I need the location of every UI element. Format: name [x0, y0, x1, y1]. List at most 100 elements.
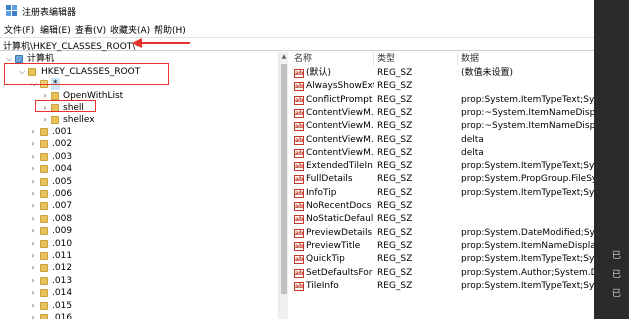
column-divider[interactable]	[457, 52, 458, 66]
chevron-right-icon[interactable]: ›	[28, 287, 38, 299]
tree-item-extension[interactable]: › .016	[0, 312, 270, 319]
chevron-right-icon[interactable]: ›	[28, 225, 38, 237]
value-name: (默认)	[306, 68, 332, 78]
tree-item-extension[interactable]: › .008	[0, 213, 270, 225]
chevron-right-icon[interactable]: ›	[28, 151, 38, 163]
tree-item-extension[interactable]: › .001	[0, 126, 270, 138]
chevron-right-icon[interactable]: ›	[28, 138, 38, 150]
value-row[interactable]: ab AlwaysShowExt REG_SZ	[289, 80, 594, 93]
chevron-right-icon[interactable]: ›	[28, 275, 38, 287]
value-row[interactable]: ab (默认) REG_SZ (数值未设置)	[289, 67, 594, 80]
tree-item-extension[interactable]: › .011	[0, 250, 270, 262]
tree-label: .011	[52, 251, 73, 261]
chevron-right-icon[interactable]: ›	[28, 126, 38, 138]
value-data: prop:System.ItemTypeText;Syste	[461, 94, 594, 105]
tree-item-extension[interactable]: › .006	[0, 188, 270, 200]
chevron-right-icon[interactable]: ›	[28, 262, 38, 274]
tree-label: .006	[52, 189, 73, 199]
value-type: REG_SZ	[377, 201, 413, 211]
value-row[interactable]: abNoStaticDefaul...REG_SZ	[289, 213, 594, 226]
menu-help[interactable]: 帮助(H)	[154, 23, 186, 36]
value-row[interactable]: ab SetDefaultsFor REG_SZ prop:System.Author…	[289, 267, 594, 280]
value-row[interactable]: ab PreviewDetails REG_SZ prop:System.DateMo…	[289, 227, 594, 240]
tree-label: .014	[52, 288, 73, 299]
value-row[interactable]: ab ContentViewM... REG_SZ prop:~System.Item…	[289, 107, 594, 120]
value-name: NoStaticDefaul...	[306, 214, 374, 225]
value-data: (数值未设置)	[461, 68, 514, 78]
chevron-right-icon[interactable]: ›	[28, 188, 38, 200]
column-header-type[interactable]: 类型	[377, 52, 395, 66]
value-name: SetDefaultsFor	[306, 267, 373, 278]
column-header-name[interactable]: 名称	[294, 52, 312, 66]
tree-label: .007	[52, 201, 73, 212]
chevron-right-icon[interactable]: ›	[28, 176, 38, 188]
value-data: delta	[461, 134, 484, 145]
tree-item-extension[interactable]: › .013	[0, 275, 270, 287]
tree-item-extension[interactable]: › .015	[0, 300, 270, 312]
value-row[interactable]: ab ContentViewM... REG_SZ delta	[289, 147, 594, 160]
tree-item-extension[interactable]: › .012	[0, 262, 270, 274]
chevron-right-icon[interactable]: ›	[28, 163, 38, 175]
string-value-icon: ab	[294, 162, 304, 172]
menu-view[interactable]: 查看(V)	[75, 23, 106, 36]
value-type: REG_SZ	[377, 147, 413, 158]
chevron-right-icon[interactable]: ›	[28, 312, 38, 319]
tree-item-extension[interactable]: › .005	[0, 176, 270, 188]
value-type: REG_SZ	[377, 81, 413, 92]
address-bar[interactable]: 计算机\HKEY_CLASSES_ROOT\*	[0, 37, 594, 52]
chevron-right-icon[interactable]: ›	[40, 114, 50, 126]
menu-edit[interactable]: 编辑(E)	[40, 23, 71, 36]
string-value-icon: ab	[294, 241, 304, 251]
chevron-right-icon[interactable]: ›	[28, 300, 38, 312]
value-row[interactable]: ab ContentViewM... REG_SZ delta	[289, 134, 594, 147]
value-row[interactable]: ab QuickTip REG_SZ prop:System.ItemTypeText…	[289, 253, 594, 266]
chevron-right-icon[interactable]: ›	[28, 238, 38, 250]
folder-icon	[40, 239, 48, 248]
tree-label: .005	[52, 176, 73, 187]
scroll-thumb[interactable]	[281, 64, 287, 294]
column-divider[interactable]	[373, 52, 374, 66]
chevron-right-icon[interactable]: ›	[28, 200, 38, 212]
tree-scrollbar[interactable]: ▲	[278, 52, 288, 319]
value-row[interactable]: ab ExtendedTileIn... REG_SZ prop:System.Ite…	[289, 160, 594, 173]
value-row[interactable]: ab InfoTip REG_SZ prop:System.ItemTypeText;…	[289, 187, 594, 200]
chevron-right-icon[interactable]: ›	[28, 250, 38, 262]
tree-item-extension[interactable]: › .004	[0, 163, 270, 175]
tree-item-extension[interactable]: › .003	[0, 151, 270, 163]
value-list: 名称 类型 数据 ab (默认) REG_SZ (数值未设置) ab AlwaysShow…	[289, 52, 594, 319]
tree-item-extension[interactable]: › .002	[0, 138, 270, 150]
folder-icon	[40, 276, 48, 285]
string-value-icon: ab	[294, 175, 304, 185]
tree-item-shellex[interactable]: › shellex	[0, 114, 270, 126]
column-header-data[interactable]: 数据	[461, 52, 479, 66]
value-row[interactable]: ab ConflictPrompt REG_SZ prop:System.ItemTy…	[289, 94, 594, 107]
menu-file[interactable]: 文件(F)	[4, 23, 34, 36]
folder-icon	[40, 264, 48, 273]
value-data: prop:System.ItemNameDisplay;S	[461, 240, 594, 251]
value-row[interactable]: ab TileInfo REG_SZ prop:System.ItemTypeText…	[289, 280, 594, 293]
address-path[interactable]: 计算机\HKEY_CLASSES_ROOT\*	[3, 39, 140, 52]
value-row[interactable]: ab ContentViewM... REG_SZ prop:~System.Item…	[289, 120, 594, 133]
folder-icon	[40, 314, 48, 319]
tree-item-extension[interactable]: › .010	[0, 238, 270, 250]
value-type: REG_SZ	[377, 121, 413, 132]
value-row[interactable]: ab PreviewTitle REG_SZ prop:System.ItemName…	[289, 240, 594, 253]
tree-item-extension[interactable]: › .014	[0, 287, 270, 299]
value-row[interactable]: ab FullDetails REG_SZ prop:System.PropGroup…	[289, 173, 594, 186]
folder-icon	[40, 227, 48, 236]
value-type: REG_SZ	[377, 227, 413, 238]
value-type: REG_SZ	[377, 107, 413, 118]
menu-favorites[interactable]: 收藏夹(A)	[110, 23, 150, 36]
value-type: REG_SZ	[377, 134, 413, 145]
tree-label: .004	[52, 164, 73, 175]
value-row[interactable]: ab NoRecentDocs REG_SZ	[289, 200, 594, 213]
scroll-up-icon[interactable]: ▲	[279, 52, 289, 62]
tree-item-extension[interactable]: › .007	[0, 200, 270, 212]
background-text: 已	[612, 289, 622, 299]
string-value-icon: ab	[294, 122, 304, 132]
tree-item-extension[interactable]: › .009	[0, 225, 270, 237]
value-name: ContentViewM...	[306, 121, 374, 132]
chevron-right-icon[interactable]: ›	[28, 213, 38, 225]
key-tree: ⌵ 计算机 ⌵ HKEY_CLASSES_ROOT ⌵ * › OpenWith…	[0, 52, 278, 319]
value-name: ContentViewM...	[306, 147, 374, 158]
